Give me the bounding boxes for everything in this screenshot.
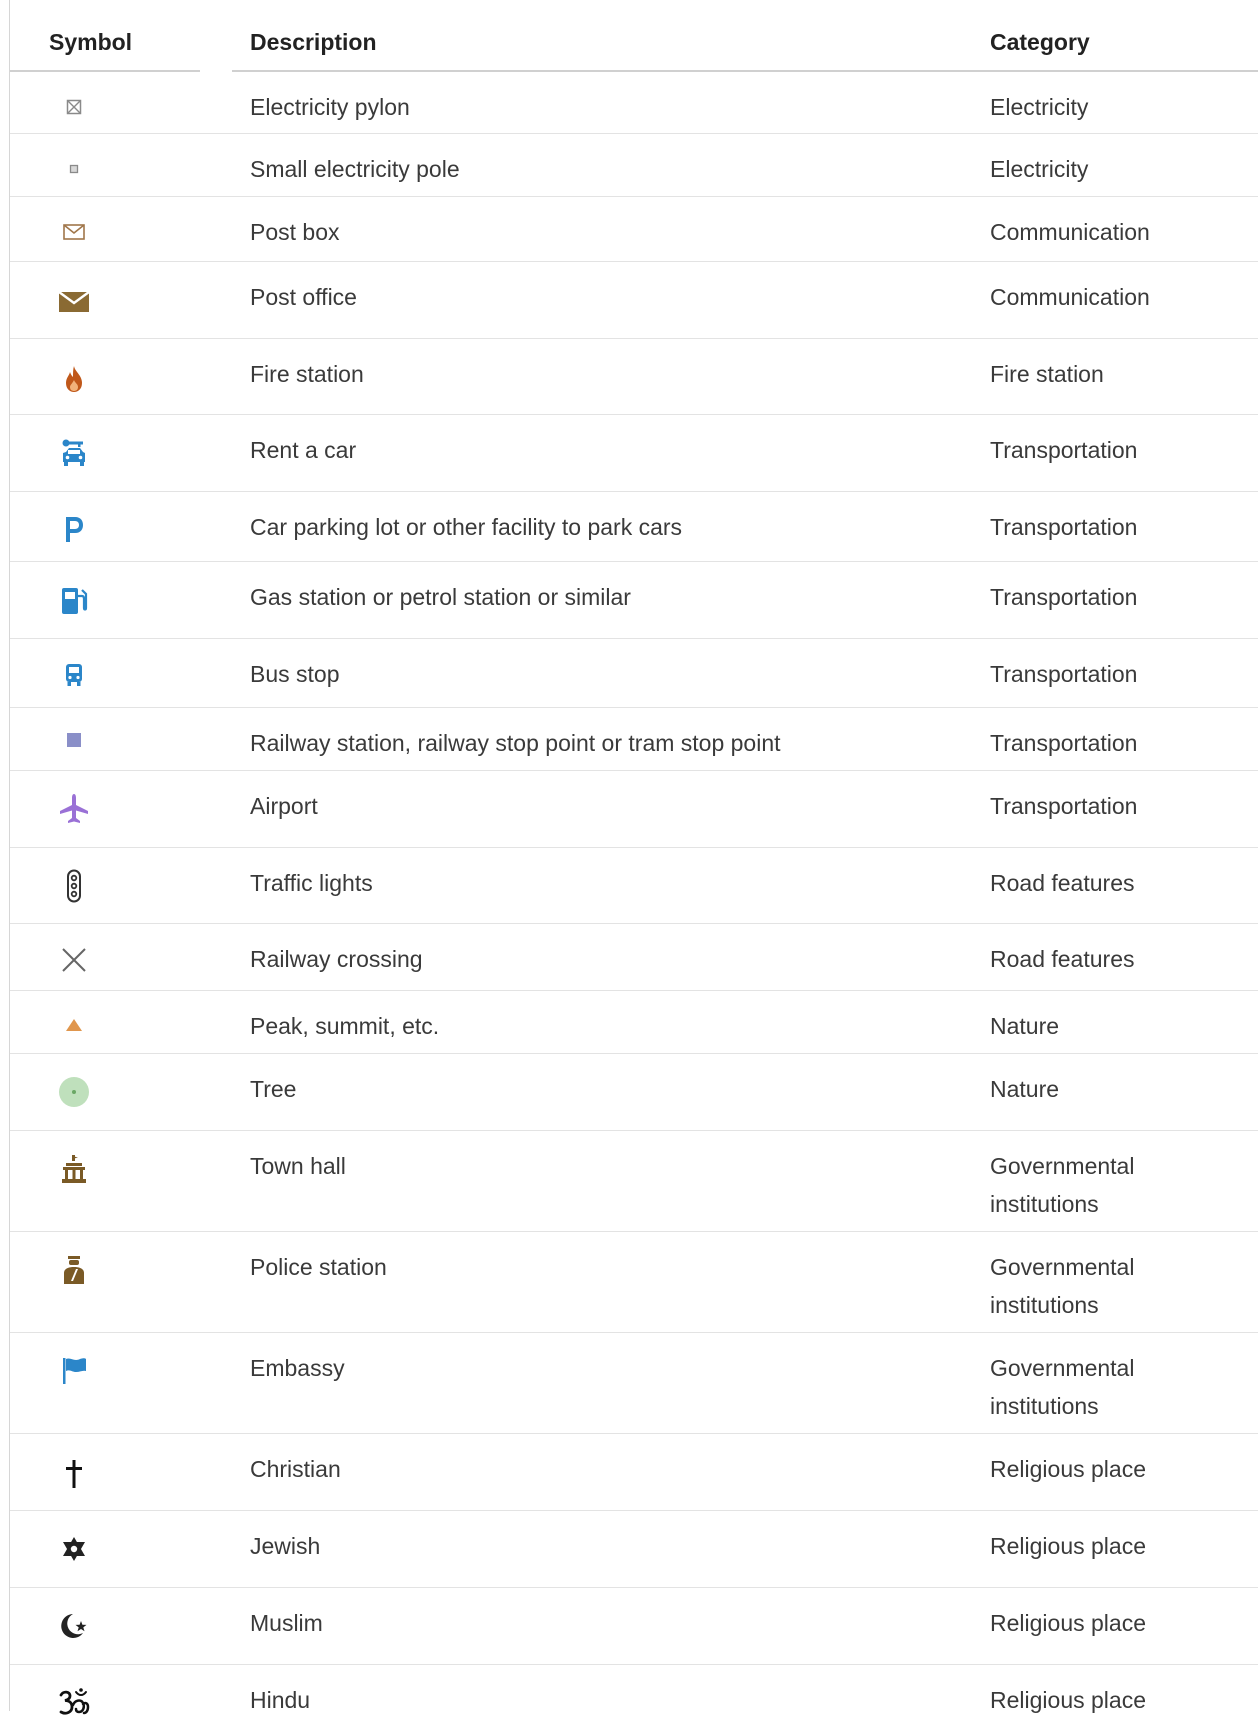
symbol-category: Governmental institutions (990, 1254, 1135, 1318)
symbol-category: Communication (990, 219, 1150, 245)
table-row: Gas station or petrol station or similar… (10, 562, 1258, 639)
table-row: Hindu Religious place (10, 1665, 1258, 1736)
airport-icon (56, 791, 92, 827)
table-row: Railway station, railway stop point or t… (10, 708, 1258, 771)
symbol-category: Transportation (990, 793, 1138, 819)
table-row: Embassy Governmental institutions (10, 1333, 1258, 1434)
star-of-david-icon (56, 1531, 92, 1567)
bus-stop-icon (56, 657, 92, 693)
symbol-category: Road features (990, 946, 1135, 972)
symbol-description: Railway crossing (250, 946, 423, 972)
header-symbol: Symbol (49, 29, 133, 55)
small-electricity-pole-icon (56, 151, 92, 187)
traffic-lights-icon (56, 868, 92, 904)
symbol-description: Gas station or petrol station or similar (250, 584, 631, 610)
symbol-category: Nature (990, 1013, 1060, 1039)
table-row: Town hall Governmental institutions (10, 1131, 1258, 1232)
symbol-description: Rent a car (250, 437, 357, 463)
table-row: Post office Communication (10, 262, 1258, 339)
table-row: Electricity pylon Electricity (10, 72, 1258, 134)
header-category: Category (990, 29, 1090, 55)
symbol-category: Transportation (990, 661, 1138, 687)
symbol-description: Railway station, railway stop point or t… (250, 730, 781, 756)
police-station-icon (56, 1252, 92, 1288)
symbol-description: Hindu (250, 1687, 311, 1713)
symbol-description: Post box (250, 219, 340, 245)
om-icon (56, 1684, 92, 1720)
table-row: Fire station Fire station (10, 339, 1258, 415)
embassy-icon (56, 1353, 92, 1389)
symbol-category: Religious place (990, 1610, 1146, 1636)
symbol-category: Religious place (990, 1687, 1146, 1713)
symbol-description: Small electricity pole (250, 156, 460, 182)
symbol-description: Christian (250, 1456, 341, 1482)
gas-station-icon (56, 583, 92, 619)
symbol-category: Transportation (990, 730, 1138, 756)
table-row: Tree Nature (10, 1054, 1258, 1131)
symbol-description: Electricity pylon (250, 94, 410, 120)
symbol-category: Transportation (990, 514, 1138, 540)
peak-icon (56, 1007, 92, 1043)
symbol-category: Governmental institutions (990, 1355, 1135, 1419)
symbol-description: Fire station (250, 361, 364, 387)
table-row: Airport Transportation (10, 771, 1258, 848)
symbol-description: Traffic lights (250, 870, 373, 896)
symbol-description: Jewish (250, 1533, 321, 1559)
table-header-row: Symbol Description Category (10, 0, 1258, 72)
table-row: Railway crossing Road features (10, 924, 1258, 991)
header-description: Description (250, 29, 377, 55)
table-row: Police station Governmental institutions (10, 1232, 1258, 1333)
symbol-description: Car parking lot or other facility to par… (250, 514, 683, 540)
table-row: Jewish Religious place (10, 1511, 1258, 1588)
post-office-icon (56, 284, 92, 320)
rent-a-car-icon (56, 435, 92, 471)
symbol-category: Electricity (990, 156, 1089, 182)
crescent-star-icon (56, 1608, 92, 1644)
table-row: Small electricity pole Electricity (10, 134, 1258, 197)
town-hall-icon (56, 1151, 92, 1187)
table-row: Bus stop Transportation (10, 639, 1258, 708)
symbol-description: Embassy (250, 1355, 345, 1381)
table-row: Car parking lot or other facility to par… (10, 492, 1258, 562)
symbol-description: Tree (250, 1076, 297, 1102)
christian-cross-icon (56, 1456, 92, 1492)
table-row: Traffic lights Road features (10, 848, 1258, 924)
symbol-description: Bus stop (250, 661, 340, 687)
symbol-category: Road features (990, 870, 1135, 896)
symbol-description: Town hall (250, 1153, 346, 1179)
symbol-category: Religious place (990, 1533, 1146, 1559)
parking-icon (56, 511, 92, 547)
map-symbol-legend-table: Symbol Description Category Electricity … (10, 0, 1258, 1736)
table-row: Christian Religious place (10, 1434, 1258, 1511)
electricity-pylon-icon (56, 89, 92, 125)
symbol-category: Religious place (990, 1456, 1146, 1482)
table-row: Rent a car Transportation (10, 415, 1258, 492)
railway-crossing-icon (56, 942, 92, 978)
tree-icon (56, 1074, 92, 1110)
table-row: Peak, summit, etc. Nature (10, 991, 1258, 1054)
table-row: Post box Communication (10, 197, 1258, 262)
symbol-description: Muslim (250, 1610, 323, 1636)
symbol-description: Police station (250, 1254, 387, 1280)
symbol-category: Electricity (990, 94, 1089, 120)
symbol-description: Airport (250, 793, 318, 819)
fire-station-icon (56, 361, 92, 397)
symbol-category: Transportation (990, 437, 1138, 463)
table-row: Muslim Religious place (10, 1588, 1258, 1665)
symbol-category: Transportation (990, 584, 1138, 610)
symbol-category: Fire station (990, 361, 1104, 387)
symbol-description: Post office (250, 284, 357, 310)
post-box-icon (56, 214, 92, 250)
railway-station-icon (56, 722, 92, 758)
symbol-category: Nature (990, 1076, 1060, 1102)
symbol-category: Communication (990, 284, 1150, 310)
symbol-category: Governmental institutions (990, 1153, 1135, 1217)
symbol-description: Peak, summit, etc. (250, 1013, 440, 1039)
